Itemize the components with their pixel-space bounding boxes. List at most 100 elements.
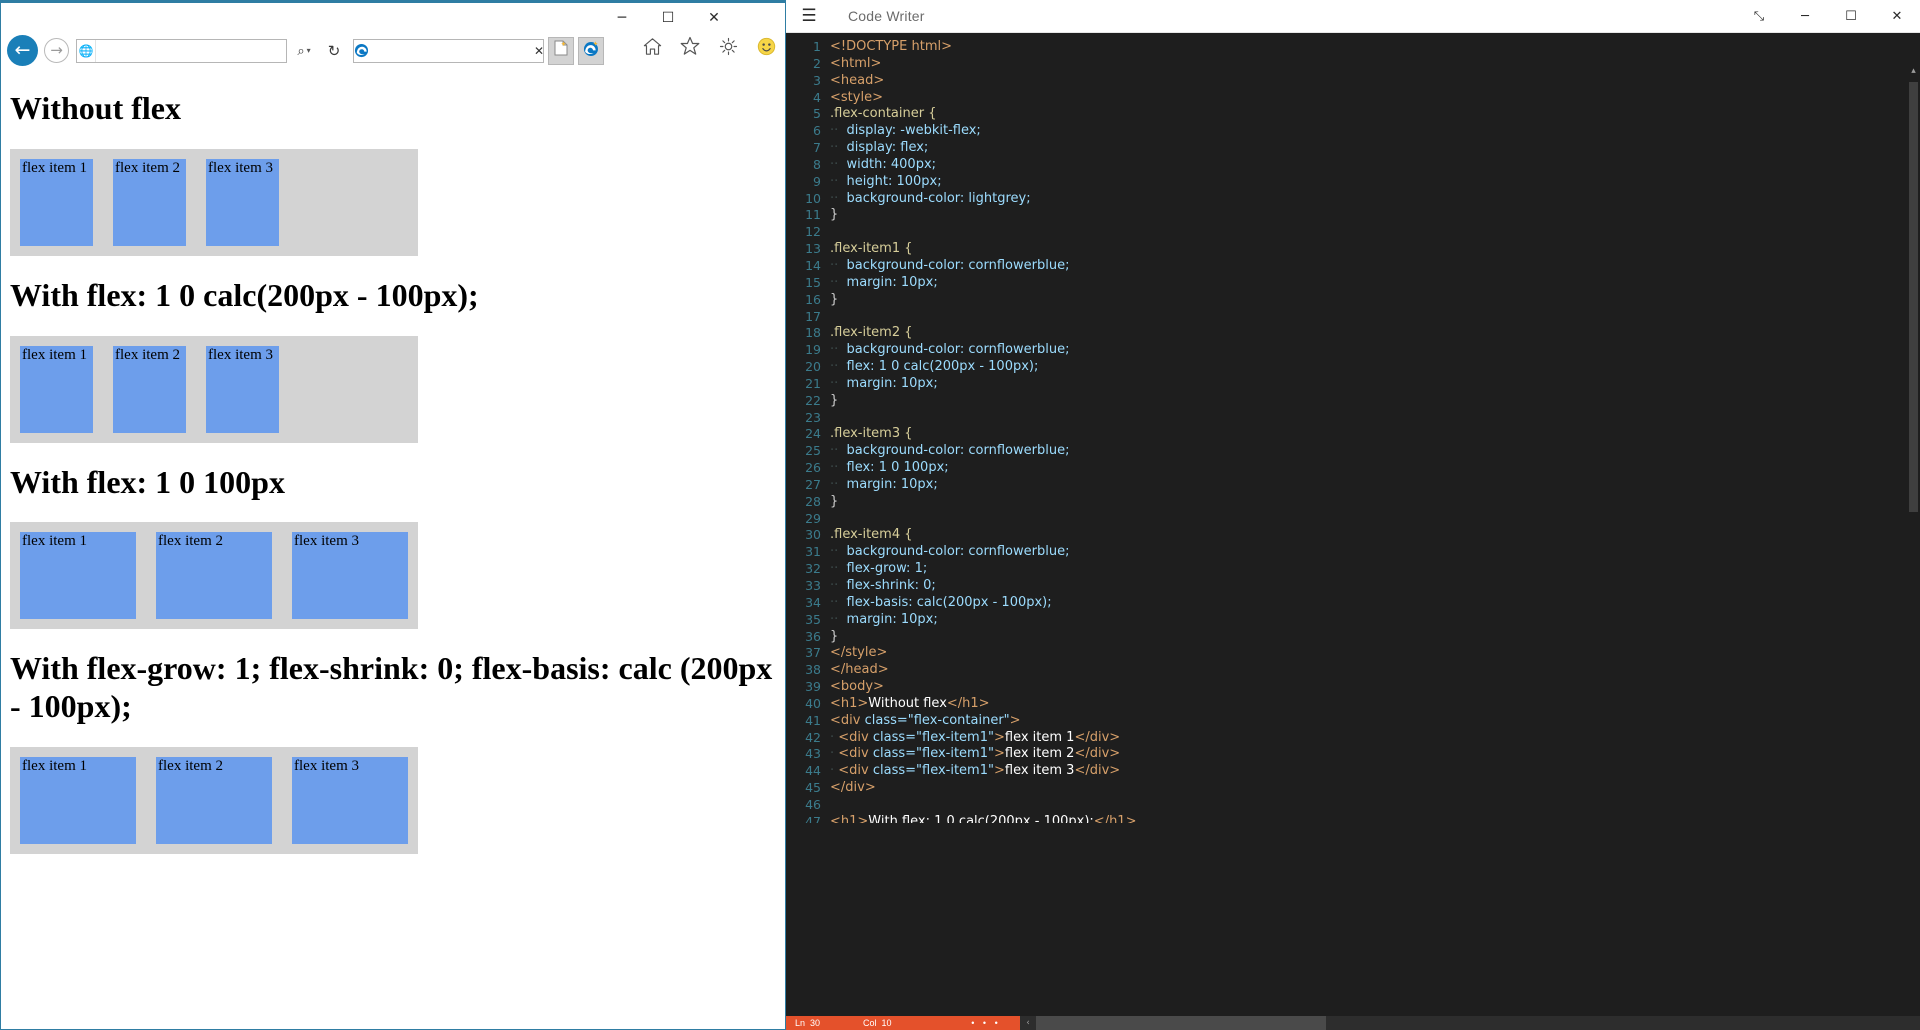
code-line[interactable]: 12 (786, 224, 1920, 241)
code-line[interactable]: 37 </style> (786, 645, 1920, 662)
code-line[interactable]: 6 ·· display: -webkit-flex; (786, 123, 1920, 140)
cursor-position: Ln 30 Col 10 (786, 1016, 952, 1030)
code-line[interactable]: 47 <h1>With flex: 1 0 calc(200px - 100px)… (786, 814, 1920, 823)
code-token: <div (834, 746, 873, 762)
code-line[interactable]: 28} (786, 494, 1920, 511)
code-line[interactable]: 18 .flex-item2 { (786, 325, 1920, 342)
code-line[interactable]: 19 ·· background-color: cornflowerblue; (786, 342, 1920, 359)
status-more-button[interactable]: • • • (952, 1016, 1020, 1030)
clear-search-icon[interactable]: ✕ (534, 39, 544, 63)
code-line[interactable]: 13 .flex-item1 { (786, 241, 1920, 258)
menu-hamburger-icon[interactable]: ☰ (786, 0, 832, 33)
secondary-search-input[interactable] (369, 39, 532, 62)
browser-maximize-button[interactable]: ☐ (645, 3, 691, 33)
code-line[interactable]: 24 .flex-item3 { (786, 426, 1920, 443)
editor-close-button[interactable]: ✕ (1874, 0, 1920, 33)
code-line[interactable]: 38 </head> (786, 662, 1920, 679)
code-line[interactable]: 33 ·· flex-shrink: 0; (786, 578, 1920, 595)
code-text: <html> (830, 56, 881, 73)
search-icon: ⌕ (297, 42, 305, 58)
code-text: ·· height: 100px; (830, 174, 942, 191)
code-line[interactable]: 44 · <div class="flex-item1">flex item 3<… (786, 763, 1920, 780)
code-editor-area[interactable]: 1 <!DOCTYPE html> 2 <html> 3 <head> 4 <style> 5.… (786, 33, 1920, 823)
code-line[interactable]: 11} (786, 207, 1920, 224)
code-line[interactable]: 16} (786, 292, 1920, 309)
browser-close-button[interactable]: ✕ (691, 3, 737, 33)
code-line[interactable]: 15 ·· margin: 10px; (786, 275, 1920, 292)
code-line[interactable]: 32 ·· flex-grow: 1; (786, 561, 1920, 578)
code-line[interactable]: 26 ·· flex: 1 0 100px; (786, 460, 1920, 477)
code-line[interactable]: 1 <!DOCTYPE html> (786, 39, 1920, 56)
code-line[interactable]: 14 ·· background-color: cornflowerblue; (786, 258, 1920, 275)
code-line[interactable]: 5 .flex-container { (786, 106, 1920, 123)
editor-horizontal-scrollbar[interactable]: ‹ (1020, 1016, 1920, 1030)
code-line[interactable]: 3 <head> (786, 73, 1920, 90)
code-line[interactable]: 9 ·· height: 100px; (786, 174, 1920, 191)
browser-minimize-button[interactable]: ─ (599, 3, 645, 33)
code-line[interactable]: 31 ·· background-color: cornflowerblue; (786, 544, 1920, 561)
forward-button[interactable]: → (44, 38, 69, 63)
code-line[interactable]: 30 .flex-item4 { (786, 527, 1920, 544)
smiley-feedback-icon[interactable] (755, 35, 777, 57)
code-line[interactable]: 36} (786, 629, 1920, 646)
code-line[interactable]: 46 (786, 797, 1920, 814)
code-line[interactable]: 42 · <div class="flex-item1">flex item 1<… (786, 730, 1920, 747)
flex-item: flex item 2 (113, 158, 186, 246)
code-line[interactable]: 45 </div> (786, 780, 1920, 797)
browser-command-bar (641, 35, 777, 57)
code-line[interactable]: 22} (786, 393, 1920, 410)
code-token: flex-shrink: 0; (838, 578, 936, 593)
code-token: flex item 2 (1004, 746, 1075, 762)
code-line[interactable]: 41 <div class="flex-container"> (786, 713, 1920, 730)
editor-vertical-scrollbar[interactable]: ▴ (1907, 66, 1920, 823)
editor-maximize-button[interactable]: ☐ (1828, 0, 1874, 33)
rendered-web-page: Without flex flex item 1 flex item 2 flex i… (2, 69, 784, 1028)
new-page-button[interactable] (548, 36, 574, 65)
secondary-search-bar[interactable]: ✕ (353, 38, 544, 63)
code-line[interactable]: 27 ·· margin: 10px; (786, 477, 1920, 494)
scroll-left-arrow[interactable]: ‹ (1020, 1018, 1036, 1028)
search-button[interactable]: ⌕ ▾ (287, 39, 321, 63)
code-line[interactable]: 40 <h1>Without flex</h1> (786, 696, 1920, 713)
line-value: 30 (810, 1018, 821, 1028)
scroll-up-arrow[interactable]: ▴ (1907, 66, 1920, 76)
flex-item: flex item 3 (206, 158, 279, 246)
line-number: 7 (813, 140, 821, 156)
code-line[interactable]: 17 (786, 309, 1920, 326)
open-in-edge-button[interactable] (578, 36, 604, 65)
code-line[interactable]: 35 ·· margin: 10px; (786, 612, 1920, 629)
favorites-star-icon[interactable] (679, 35, 701, 57)
scroll-thumb[interactable] (1909, 82, 1918, 512)
code-line[interactable]: 20 ·· flex: 1 0 calc(200px - 100px); (786, 359, 1920, 376)
code-token: <h1> (830, 813, 869, 823)
browser-toolbar: ← → 🌐 ⌕ ▾ ↻ ✕ (1, 34, 785, 67)
refresh-button[interactable]: ↻ (321, 39, 347, 63)
home-icon[interactable] (641, 35, 663, 57)
code-line[interactable]: 8 ·· width: 400px; (786, 157, 1920, 174)
address-bar[interactable]: 🌐 (76, 38, 287, 63)
code-line[interactable]: 43 · <div class="flex-item1">flex item 2<… (786, 746, 1920, 763)
code-line[interactable]: 10 ·· background-color: lightgrey; (786, 191, 1920, 208)
code-text: .flex-container { (830, 106, 936, 123)
code-line[interactable]: 25 ·· background-color: cornflowerblue; (786, 443, 1920, 460)
code-line[interactable]: 4 <style> (786, 90, 1920, 107)
code-line[interactable]: 7 ·· display: flex; (786, 140, 1920, 157)
code-line[interactable]: 21 ·· margin: 10px; (786, 376, 1920, 393)
code-line[interactable]: 2 <html> (786, 56, 1920, 73)
code-line[interactable]: 39 <body> (786, 679, 1920, 696)
back-button[interactable]: ← (7, 35, 38, 66)
code-token: <!DOCTYPE html> (830, 39, 952, 54)
editor-minimize-button[interactable]: ─ (1782, 0, 1828, 33)
code-line[interactable]: 34 ·· flex-basis: calc(200px - 100px); (786, 595, 1920, 612)
h-scroll-track[interactable] (1036, 1016, 1920, 1030)
h-scroll-thumb[interactable] (1036, 1016, 1326, 1030)
editor-fullscreen-button[interactable]: ⤡ (1736, 0, 1782, 33)
code-line[interactable]: 29 (786, 511, 1920, 528)
settings-gear-icon[interactable] (717, 35, 739, 57)
line-number: 34 (805, 594, 821, 610)
code-text: .flex-item1 { (830, 241, 913, 258)
address-input[interactable] (96, 39, 286, 62)
page-heading: Without flex (10, 90, 181, 126)
code-text: <style> (830, 90, 883, 107)
code-line[interactable]: 23 (786, 410, 1920, 427)
